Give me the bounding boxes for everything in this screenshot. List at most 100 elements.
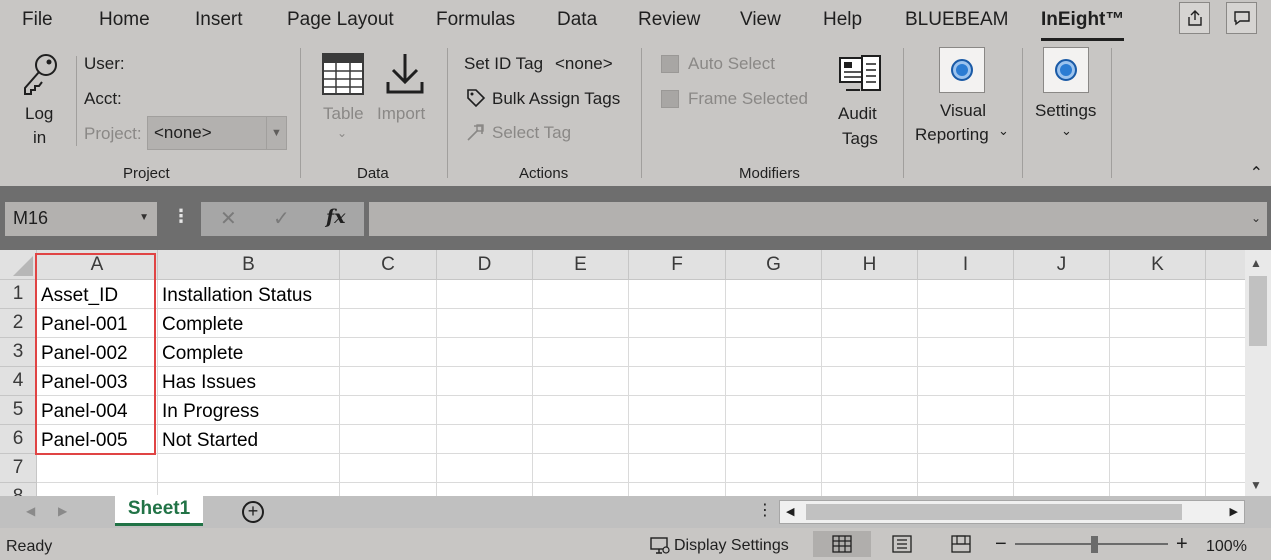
select-all-button[interactable] (0, 250, 37, 280)
select-tag-button[interactable]: Select Tag (492, 123, 571, 143)
scroll-up-icon[interactable]: ▲ (1250, 256, 1262, 270)
tab-file[interactable]: File (22, 9, 53, 31)
tab-data[interactable]: Data (557, 9, 597, 31)
divider (903, 48, 904, 178)
cell-b6[interactable]: Not Started (158, 425, 258, 454)
column-header-j[interactable]: J (1014, 250, 1110, 280)
name-box[interactable]: M16 ▼ (5, 202, 157, 236)
column-header-c[interactable]: C (340, 250, 437, 280)
column-header-g[interactable]: G (726, 250, 822, 280)
tab-bluebeam[interactable]: BLUEBEAM (905, 9, 1008, 31)
formula-input[interactable]: ⌄ (369, 202, 1267, 236)
zoom-in-button[interactable]: + (1176, 533, 1188, 556)
scroll-left-icon[interactable]: ◀ (786, 505, 794, 518)
row-header[interactable]: 2 (0, 309, 37, 338)
tab-help[interactable]: Help (823, 9, 862, 31)
login-button[interactable] (21, 52, 61, 101)
set-id-tag-button[interactable]: Set ID Tag (464, 54, 543, 74)
tab-page-layout[interactable]: Page Layout (287, 9, 394, 31)
cell-b5[interactable]: In Progress (158, 396, 259, 425)
vertical-scroll-thumb[interactable] (1249, 276, 1267, 346)
settings-button[interactable] (1043, 47, 1089, 93)
frame-selected-checkbox[interactable] (661, 90, 679, 108)
row-header[interactable]: 5 (0, 396, 37, 425)
gridline (37, 482, 1245, 483)
column-header-h[interactable]: H (822, 250, 918, 280)
comments-button[interactable] (1226, 2, 1257, 34)
sheet-tab-sheet1[interactable]: Sheet1 (115, 495, 203, 526)
tab-insert[interactable]: Insert (195, 9, 243, 31)
gridline (436, 280, 437, 496)
project-dropdown[interactable]: <none> ▼ (147, 116, 287, 150)
more-options-icon[interactable]: ⋮ (757, 500, 773, 520)
prev-sheet-icon[interactable]: ◀ (26, 504, 35, 518)
row-header[interactable]: 6 (0, 425, 37, 454)
login-label-2: in (33, 128, 47, 147)
share-button[interactable] (1179, 2, 1210, 34)
group-label-actions: Actions (519, 165, 569, 182)
page-break-view-button[interactable] (932, 531, 990, 557)
column-header-k[interactable]: K (1110, 250, 1206, 280)
zoom-level[interactable]: 100% (1206, 538, 1247, 556)
horizontal-scroll-thumb[interactable] (806, 504, 1182, 520)
column-header-e[interactable]: E (533, 250, 629, 280)
worksheet-grid[interactable]: A B C D E F G H I J K 1 2 3 4 5 6 7 8 As… (0, 250, 1245, 496)
expand-formula-icon[interactable]: ⌄ (1251, 211, 1261, 225)
cell-b2[interactable]: Complete (158, 309, 243, 338)
confirm-icon[interactable]: ✓ (273, 206, 290, 231)
more-options-icon[interactable]: ⋮ (172, 206, 190, 227)
add-sheet-icon[interactable]: + (242, 501, 264, 523)
auto-select-checkbox[interactable] (661, 55, 679, 73)
row-header[interactable]: 7 (0, 454, 37, 483)
cell-b1[interactable]: Installation Status (158, 280, 312, 309)
table-label: Table (323, 104, 364, 123)
zoom-out-button[interactable]: − (995, 533, 1007, 556)
column-header-d[interactable]: D (437, 250, 533, 280)
gridline (532, 280, 533, 496)
formula-buttons: ✕ ✓ fx (201, 202, 364, 236)
column-header-i[interactable]: I (918, 250, 1014, 280)
column-header-b[interactable]: B (158, 250, 340, 280)
collapse-ribbon-icon[interactable]: ⌃ (1250, 163, 1263, 183)
import-label: Import (377, 104, 426, 123)
group-label-data: Data (357, 165, 389, 182)
row-header[interactable]: 8 (0, 483, 37, 496)
vertical-scrollbar[interactable]: ▲ ▼ (1245, 250, 1271, 496)
display-settings-button[interactable]: Display Settings (650, 537, 789, 555)
scroll-down-icon[interactable]: ▼ (1250, 478, 1262, 492)
page-layout-view-button[interactable] (873, 531, 931, 557)
row-header[interactable]: 3 (0, 338, 37, 367)
bulk-assign-tags-button[interactable]: Bulk Assign Tags (492, 89, 620, 109)
gridline (725, 280, 726, 496)
set-id-tag-value: <none> (555, 54, 613, 73)
zoom-slider-thumb[interactable] (1091, 536, 1098, 553)
tab-review[interactable]: Review (638, 9, 700, 31)
tab-view[interactable]: View (740, 9, 781, 31)
scroll-right-icon[interactable]: ▶ (1230, 505, 1238, 518)
import-button[interactable] (384, 52, 426, 101)
divider (1022, 48, 1023, 178)
row-header[interactable]: 1 (0, 280, 37, 309)
sheet-tab-bar: ◀ ▶ Sheet1 + ⋮ ◀ ▶ (0, 495, 1271, 528)
project-label: Project: (84, 124, 142, 143)
column-header-l[interactable] (1206, 250, 1245, 280)
chevron-down-icon: ⌄ (337, 126, 348, 140)
divider (641, 48, 642, 178)
table-button[interactable] (321, 52, 365, 101)
tab-formulas[interactable]: Formulas (436, 9, 515, 31)
audit-tags-button[interactable] (838, 54, 882, 99)
cell-b3[interactable]: Complete (158, 338, 243, 367)
normal-view-button[interactable] (813, 531, 871, 557)
cancel-icon[interactable]: ✕ (220, 206, 237, 231)
column-header-f[interactable]: F (629, 250, 726, 280)
next-sheet-icon[interactable]: ▶ (58, 504, 67, 518)
insert-function-button[interactable]: fx (326, 206, 346, 228)
gridline (1013, 280, 1014, 496)
cell-b4[interactable]: Has Issues (158, 367, 256, 396)
divider (300, 48, 301, 178)
visual-reporting-button[interactable] (939, 47, 985, 93)
tab-home[interactable]: Home (99, 9, 150, 31)
tab-ineight[interactable]: InEight™ (1041, 9, 1125, 41)
row-header[interactable]: 4 (0, 367, 37, 396)
horizontal-scrollbar[interactable]: ◀ ▶ (779, 500, 1245, 524)
